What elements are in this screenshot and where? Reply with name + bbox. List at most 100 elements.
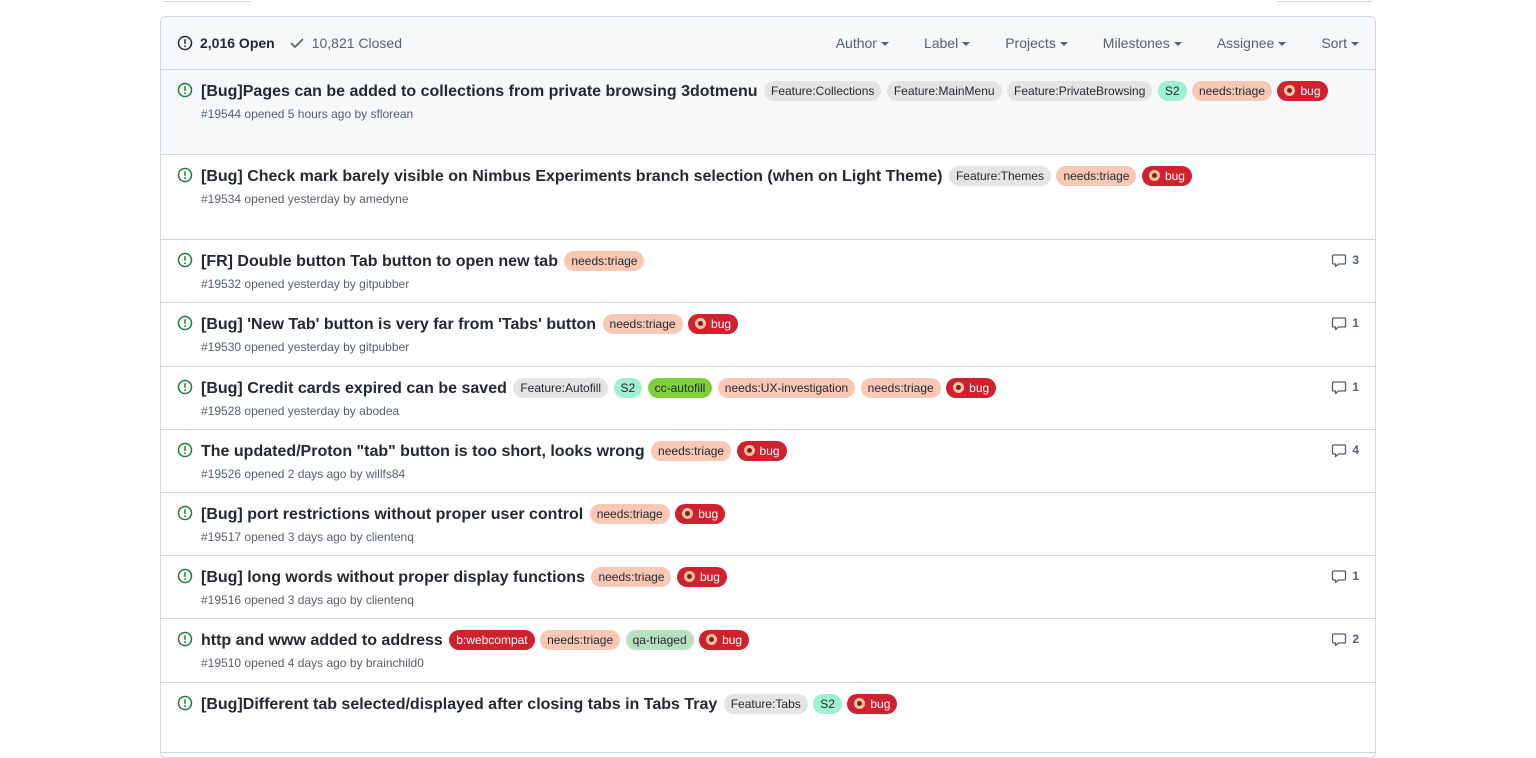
issue-title-link[interactable]: [Bug]Pages can be added to collections f… (201, 83, 758, 100)
caret-down-icon (1059, 42, 1068, 46)
issue-row[interactable]: [Bug] 'New Tab' button is very far from … (161, 303, 1375, 367)
issue-number[interactable]: #19528 (201, 404, 241, 418)
issue-title-link[interactable]: http and www added to address (201, 632, 443, 649)
issue-label[interactable]: Feature:PrivateBrowsing (1007, 81, 1153, 102)
issue-number[interactable]: #19534 (201, 192, 241, 206)
issue-label[interactable]: bug (699, 630, 750, 651)
issue-author-link[interactable]: abodea (359, 404, 399, 418)
issue-row[interactable]: The updated/Proton "tab" button is too s… (161, 430, 1375, 493)
issue-number[interactable]: #19510 (201, 656, 241, 670)
issue-row[interactable]: [Bug] long words without proper display … (161, 556, 1375, 619)
issue-author-link[interactable]: brainchild0 (366, 656, 424, 670)
assignee-filter[interactable]: Assignee (1217, 35, 1287, 51)
issue-label[interactable]: needs:triage (602, 314, 683, 335)
issue-title-link[interactable]: [Bug] 'New Tab' button is very far from … (201, 316, 596, 333)
issue-number[interactable]: #19532 (201, 277, 241, 291)
issue-number[interactable]: #19544 (201, 107, 241, 121)
issue-label[interactable]: needs:triage (651, 441, 732, 462)
issue-label[interactable]: b:webcompat (449, 630, 535, 651)
issues-list-header: 2,016 Open 10,821 Closed Author Label Pr… (161, 17, 1375, 70)
issue-author-link[interactable]: clientenq (366, 530, 414, 544)
issue-row[interactable]: [FR] Double button Tab button to open ne… (161, 240, 1375, 303)
issue-author-link[interactable]: amedyne (359, 192, 408, 206)
issue-label[interactable]: cc-autofill (647, 378, 713, 399)
issue-label[interactable]: needs:triage (540, 630, 621, 651)
closed-issues-link[interactable]: 10,821 Closed (289, 35, 402, 51)
issue-author-link[interactable]: gitpubber (359, 340, 409, 354)
issue-title-link[interactable]: [Bug] port restrictions without proper u… (201, 506, 583, 523)
issue-comments-link[interactable]: 3 (1331, 252, 1359, 268)
issue-label-text: S2 (1164, 84, 1180, 99)
issue-label[interactable]: bug (1277, 81, 1328, 102)
issue-label[interactable]: bug (847, 694, 898, 715)
issue-label[interactable]: Feature:Themes (948, 166, 1051, 187)
issue-comments-link[interactable]: 1 (1331, 379, 1359, 395)
issue-label[interactable]: needs:triage (1191, 81, 1273, 102)
issue-title-line: [Bug] 'New Tab' button is very far from … (201, 313, 1359, 336)
bug-emoji-icon (706, 634, 718, 646)
issue-label[interactable]: needs:triage (589, 504, 670, 525)
issue-label[interactable]: needs:UX-investigation (717, 378, 856, 399)
milestones-filter[interactable]: Milestones (1103, 35, 1182, 51)
issue-label[interactable]: bug (736, 441, 787, 462)
issue-row[interactable]: [Bug] Check mark barely visible on Nimbu… (161, 155, 1375, 240)
issue-row[interactable]: [Bug]Pages can be added to collections f… (161, 70, 1375, 155)
issue-number[interactable]: #19516 (201, 593, 241, 607)
open-issues-link[interactable]: 2,016 Open (177, 35, 275, 51)
issue-status (177, 379, 193, 400)
issue-label[interactable]: bug (676, 567, 727, 588)
issue-number[interactable]: #19530 (201, 340, 241, 354)
issue-comments-link[interactable]: 1 (1331, 315, 1359, 331)
issue-title-link[interactable]: [Bug]Different tab selected/displayed af… (201, 696, 717, 713)
issue-comments-link[interactable]: 2 (1331, 631, 1359, 647)
issue-author-link[interactable]: sflorean (371, 107, 414, 121)
issue-label[interactable]: bug (675, 504, 726, 525)
issue-label[interactable]: Feature:Tabs (723, 694, 808, 715)
issue-label[interactable]: bug (688, 314, 739, 335)
label-filter-label: Label (923, 35, 959, 51)
issue-status (177, 82, 193, 103)
issue-comments-link[interactable]: 4 (1331, 442, 1359, 458)
issue-label[interactable]: S2 (1157, 81, 1187, 102)
issue-row[interactable]: http and www added to address b:webcompa… (161, 619, 1375, 683)
issue-list: [Bug]Pages can be added to collections f… (161, 70, 1375, 753)
issue-label[interactable]: needs:triage (564, 251, 645, 272)
issue-row[interactable]: [Bug]Different tab selected/displayed af… (161, 683, 1375, 753)
issue-number[interactable]: #19526 (201, 467, 241, 481)
issue-title-link[interactable]: [FR] Double button Tab button to open ne… (201, 253, 558, 270)
issue-title-link[interactable]: [Bug] Check mark barely visible on Nimbu… (201, 168, 942, 185)
issue-number[interactable]: #19517 (201, 530, 241, 544)
issue-label[interactable]: needs:triage (860, 378, 941, 399)
issue-author-link[interactable]: willfs84 (366, 467, 405, 481)
label-filter[interactable]: Label (923, 35, 971, 51)
author-filter[interactable]: Author (836, 35, 889, 51)
issue-meta: #19528 opened yesterday by abodea (201, 402, 1359, 420)
issue-open-icon (177, 82, 193, 98)
issue-label[interactable]: S2 (613, 378, 643, 399)
issue-comments-link[interactable]: 1 (1331, 568, 1359, 584)
bug-emoji-icon (683, 571, 695, 583)
issue-author-link[interactable]: clientenq (366, 593, 414, 607)
issue-label[interactable]: bug (1141, 166, 1192, 187)
issue-label[interactable]: Feature:MainMenu (886, 81, 1002, 102)
issue-label-text: needs:triage (658, 444, 725, 459)
issue-title-link[interactable]: [Bug] Credit cards expired can be saved (201, 380, 507, 397)
issue-label[interactable]: bug (946, 378, 997, 399)
issue-title-link[interactable]: [Bug] long words without proper display … (201, 569, 585, 586)
projects-filter[interactable]: Projects (1005, 35, 1068, 51)
issue-label-text: needs:triage (547, 633, 614, 648)
issue-row[interactable]: [Bug] Credit cards expired can be saved … (161, 367, 1375, 430)
issue-label[interactable]: S2 (813, 694, 842, 715)
issue-row[interactable]: [Bug] port restrictions without proper u… (161, 493, 1375, 556)
issue-label[interactable]: needs:triage (591, 567, 672, 588)
issue-label-text: needs:triage (609, 317, 676, 332)
sort-filter[interactable]: Sort (1321, 35, 1359, 51)
issue-label[interactable]: needs:triage (1056, 166, 1137, 187)
issue-label-text: bug (759, 444, 780, 459)
issue-label[interactable]: Feature:Autofill (513, 378, 609, 399)
issue-title-link[interactable]: The updated/Proton "tab" button is too s… (201, 443, 645, 460)
issue-label-text: bug (699, 570, 720, 585)
issue-label[interactable]: qa-triaged (625, 630, 694, 651)
issue-label[interactable]: Feature:Collections (763, 81, 882, 102)
issue-author-link[interactable]: gitpubber (359, 277, 409, 291)
